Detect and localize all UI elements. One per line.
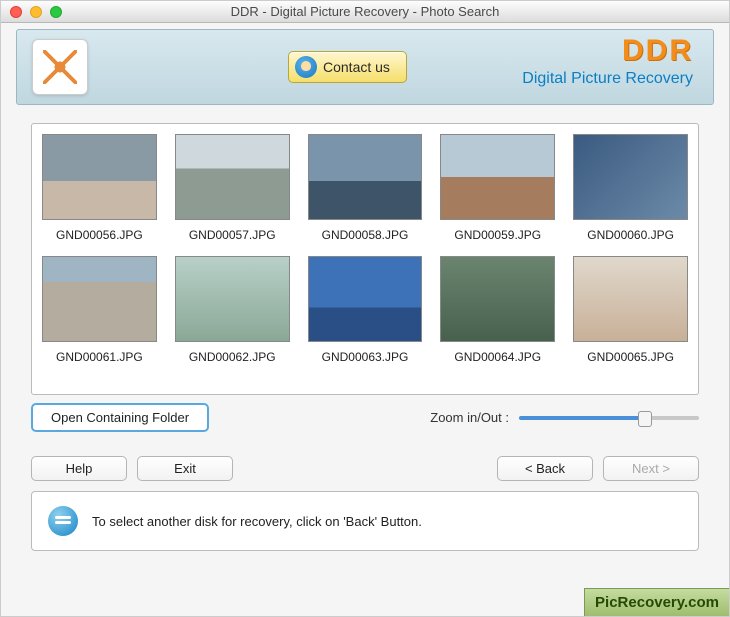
app-logo-box — [32, 39, 88, 95]
person-icon — [295, 56, 317, 78]
content-area: GND00056.JPG GND00057.JPG GND00058.JPG G… — [31, 123, 699, 551]
zoom-control: Zoom in/Out : — [430, 410, 699, 425]
thumb-item[interactable]: GND00063.JPG — [308, 256, 423, 364]
app-logo-icon — [43, 50, 77, 84]
thumb-item[interactable]: GND00059.JPG — [440, 134, 555, 242]
filename: GND00062.JPG — [175, 350, 290, 364]
brand-subtitle: Digital Picture Recovery — [522, 70, 693, 88]
thumb-item[interactable]: GND00061.JPG — [42, 256, 157, 364]
window-title: DDR - Digital Picture Recovery - Photo S… — [1, 4, 729, 19]
thumbnail-image — [440, 134, 555, 220]
header-banner: Contact us DDR Digital Picture Recovery — [16, 29, 714, 105]
exit-button[interactable]: Exit — [137, 456, 233, 481]
thumbnail-image — [175, 256, 290, 342]
gallery-controls-row: Open Containing Folder Zoom in/Out : — [31, 403, 699, 432]
titlebar: DDR - Digital Picture Recovery - Photo S… — [1, 1, 729, 23]
thumb-item[interactable]: GND00056.JPG — [42, 134, 157, 242]
filename: GND00059.JPG — [440, 228, 555, 242]
thumbnail-image — [440, 256, 555, 342]
filename: GND00064.JPG — [440, 350, 555, 364]
thumb-item[interactable]: GND00057.JPG — [175, 134, 290, 242]
back-button[interactable]: < Back — [497, 456, 593, 481]
photo-gallery: GND00056.JPG GND00057.JPG GND00058.JPG G… — [31, 123, 699, 395]
thumbnail-grid: GND00056.JPG GND00057.JPG GND00058.JPG G… — [42, 134, 688, 364]
zoom-slider[interactable] — [519, 416, 699, 420]
help-button[interactable]: Help — [31, 456, 127, 481]
contact-us-label: Contact us — [323, 59, 390, 75]
filename: GND00057.JPG — [175, 228, 290, 242]
app-window: DDR - Digital Picture Recovery - Photo S… — [0, 0, 730, 617]
thumb-item[interactable]: GND00060.JPG — [573, 134, 688, 242]
thumbnail-image — [308, 134, 423, 220]
thumbnail-image — [175, 134, 290, 220]
filename: GND00065.JPG — [573, 350, 688, 364]
thumbnail-image — [42, 256, 157, 342]
contact-us-button[interactable]: Contact us — [288, 51, 407, 83]
filename: GND00056.JPG — [42, 228, 157, 242]
thumb-item[interactable]: GND00058.JPG — [308, 134, 423, 242]
info-icon — [48, 506, 78, 536]
filename: GND00061.JPG — [42, 350, 157, 364]
thumb-item[interactable]: GND00062.JPG — [175, 256, 290, 364]
spacer — [243, 456, 487, 481]
zoom-label: Zoom in/Out : — [430, 410, 509, 425]
thumb-item[interactable]: GND00064.JPG — [440, 256, 555, 364]
thumbnail-image — [573, 134, 688, 220]
thumbnail-image — [308, 256, 423, 342]
info-text: To select another disk for recovery, cli… — [92, 514, 422, 529]
filename: GND00060.JPG — [573, 228, 688, 242]
filename: GND00063.JPG — [308, 350, 423, 364]
watermark: PicRecovery.com — [584, 588, 729, 616]
brand-block: DDR Digital Picture Recovery — [522, 36, 693, 88]
thumb-item[interactable]: GND00065.JPG — [573, 256, 688, 364]
open-containing-folder-button[interactable]: Open Containing Folder — [31, 403, 209, 432]
thumbnail-image — [42, 134, 157, 220]
brand-logo-text: DDR — [522, 36, 693, 66]
info-panel: To select another disk for recovery, cli… — [31, 491, 699, 551]
thumbnail-image — [573, 256, 688, 342]
next-button: Next > — [603, 456, 699, 481]
filename: GND00058.JPG — [308, 228, 423, 242]
nav-button-row: Help Exit < Back Next > — [31, 456, 699, 481]
